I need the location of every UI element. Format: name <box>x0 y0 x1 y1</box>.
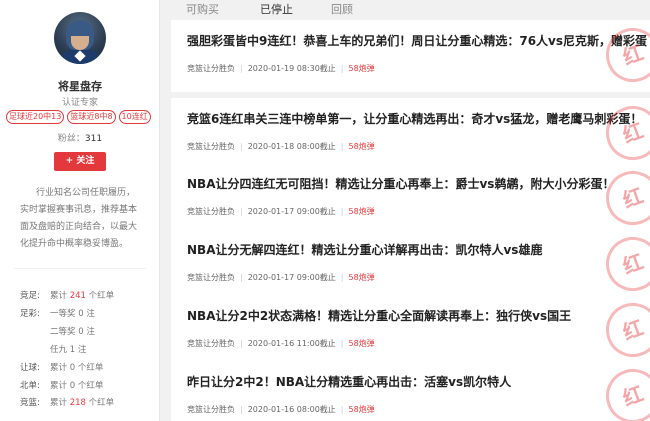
record-badges: 足球近20中13 篮球近8中8 10连红 <box>6 110 156 124</box>
win-stamp-icon: 红 <box>598 98 650 168</box>
stat-zucai-first: 足彩: 一等奖 0 注 <box>20 309 95 319</box>
stat-rangqiu: 让球: 累计 0 个红单 <box>20 363 104 373</box>
plan-title[interactable]: NBA让分无解四连红！精选让分重心详解再出击：凯尔特人vs雄鹿 <box>187 241 542 258</box>
plan-item[interactable]: NBA让分无解四连红！精选让分重心详解再出击：凯尔特人vs雄鹿 竞篮让分胜负 | 2… <box>171 229 650 301</box>
plan-item[interactable]: 强胆彩蛋皆中9连红！恭喜上车的兄弟们！周日让分重心精选：76人vs尼克斯，赠彩蛋… <box>171 20 650 92</box>
expert-intro: 行业知名公司任职履历，实时掌握赛事讯息，推荐基本面及盘赔的正向结合，以最大化提升… <box>20 188 138 249</box>
plan-title[interactable]: 强胆彩蛋皆中9连红！恭喜上车的兄弟们！周日让分重心精选：76人vs尼克斯，赠彩蛋 <box>187 32 647 49</box>
plan-item[interactable]: NBA让分四连红无可阻挡！精选让分重心再奉上：爵士vs鹈鹕，附大小分彩蛋！ 竞篮… <box>171 163 650 235</box>
expert-sidebar: 将星盘存 认证专家 足球近20中13 篮球近8中8 10连红 粉丝：311 + … <box>0 0 160 421</box>
win-stamp-icon: 红 <box>598 20 650 90</box>
plan-title[interactable]: NBA让分四连红无可阻挡！精选让分重心再奉上：爵士vs鹈鹕，附大小分彩蛋！ <box>187 175 614 192</box>
plan-meta: 竞篮让分胜负 | 2020-01-17 09:00截止 | 58炮弹 <box>187 273 375 282</box>
record-badge: 足球近20中13 <box>6 110 65 124</box>
expert-title: 认证专家 <box>61 98 98 108</box>
follow-button[interactable]: + 关注 <box>54 152 106 171</box>
win-stamp-icon: 红 <box>598 163 650 233</box>
stat-beidan: 北单: 累计 0 个红单 <box>20 381 104 391</box>
plan-meta: 竞篮让分胜负 | 2020-01-17 09:00截止 | 58炮弹 <box>187 207 375 216</box>
plan-title[interactable]: 昨日让分2中2！NBA让分精选重心再出击：活塞vs凯尔特人 <box>187 373 511 390</box>
win-stamp-icon: 红 <box>598 295 650 365</box>
stat-zucai-second: 二等奖 0 注 <box>50 327 95 337</box>
record-badge: 10连红 <box>118 110 151 124</box>
plan-item[interactable]: 竞篮6连红串关三连中榜单第一，让分重心精选再出：奇才vs猛龙，赠老鹰马刺彩蛋！ … <box>171 98 650 170</box>
plan-meta: 竞篮让分胜负 | 2020-01-16 11:00截止 | 58炮弹 <box>187 339 375 348</box>
stat-zucai-renjiu: 任九 1 注 <box>50 345 87 355</box>
tab-available[interactable]: 可购买 <box>186 1 219 17</box>
expert-name: 将星盘存 <box>58 80 102 93</box>
plan-item[interactable]: NBA让分2中2状态满格！精选让分重心全面解读再奉上：独行侠vs国王 竞篮让分胜… <box>171 295 650 367</box>
plan-meta: 竞篮让分胜负 | 2020-01-18 08:00截止 | 58炮弹 <box>187 142 375 151</box>
plan-item[interactable]: 昨日让分2中2！NBA让分精选重心再出击：活塞vs凯尔特人 竞篮让分胜负 | 202… <box>171 361 650 421</box>
tab-review[interactable]: 回顾 <box>331 1 353 17</box>
avatar[interactable] <box>54 12 106 64</box>
plan-meta: 竞篮让分胜负 | 2020-01-19 08:30截止 | 58炮弹 <box>187 64 375 73</box>
tab-stopped[interactable]: 已停止 <box>260 1 293 17</box>
plan-meta: 竞篮让分胜负 | 2020-01-16 08:00截止 | 58炮弹 <box>187 405 375 414</box>
win-stamp-icon: 红 <box>598 361 650 421</box>
plan-title[interactable]: NBA让分2中2状态满格！精选让分重心全面解读再奉上：独行侠vs国王 <box>187 307 571 324</box>
stat-jingzu: 竞足: 累计 241 个红单 <box>20 291 115 301</box>
win-stamp-icon: 红 <box>598 229 650 299</box>
record-badge: 篮球近8中8 <box>67 110 116 124</box>
fans-count: 粉丝：311 <box>57 134 103 144</box>
plan-title[interactable]: 竞篮6连红串关三连中榜单第一，让分重心精选再出：奇才vs猛龙，赠老鹰马刺彩蛋！ <box>187 110 642 127</box>
stat-jinglan: 竞篮: 累计 218 个红单 <box>20 398 115 408</box>
divider <box>14 268 146 269</box>
